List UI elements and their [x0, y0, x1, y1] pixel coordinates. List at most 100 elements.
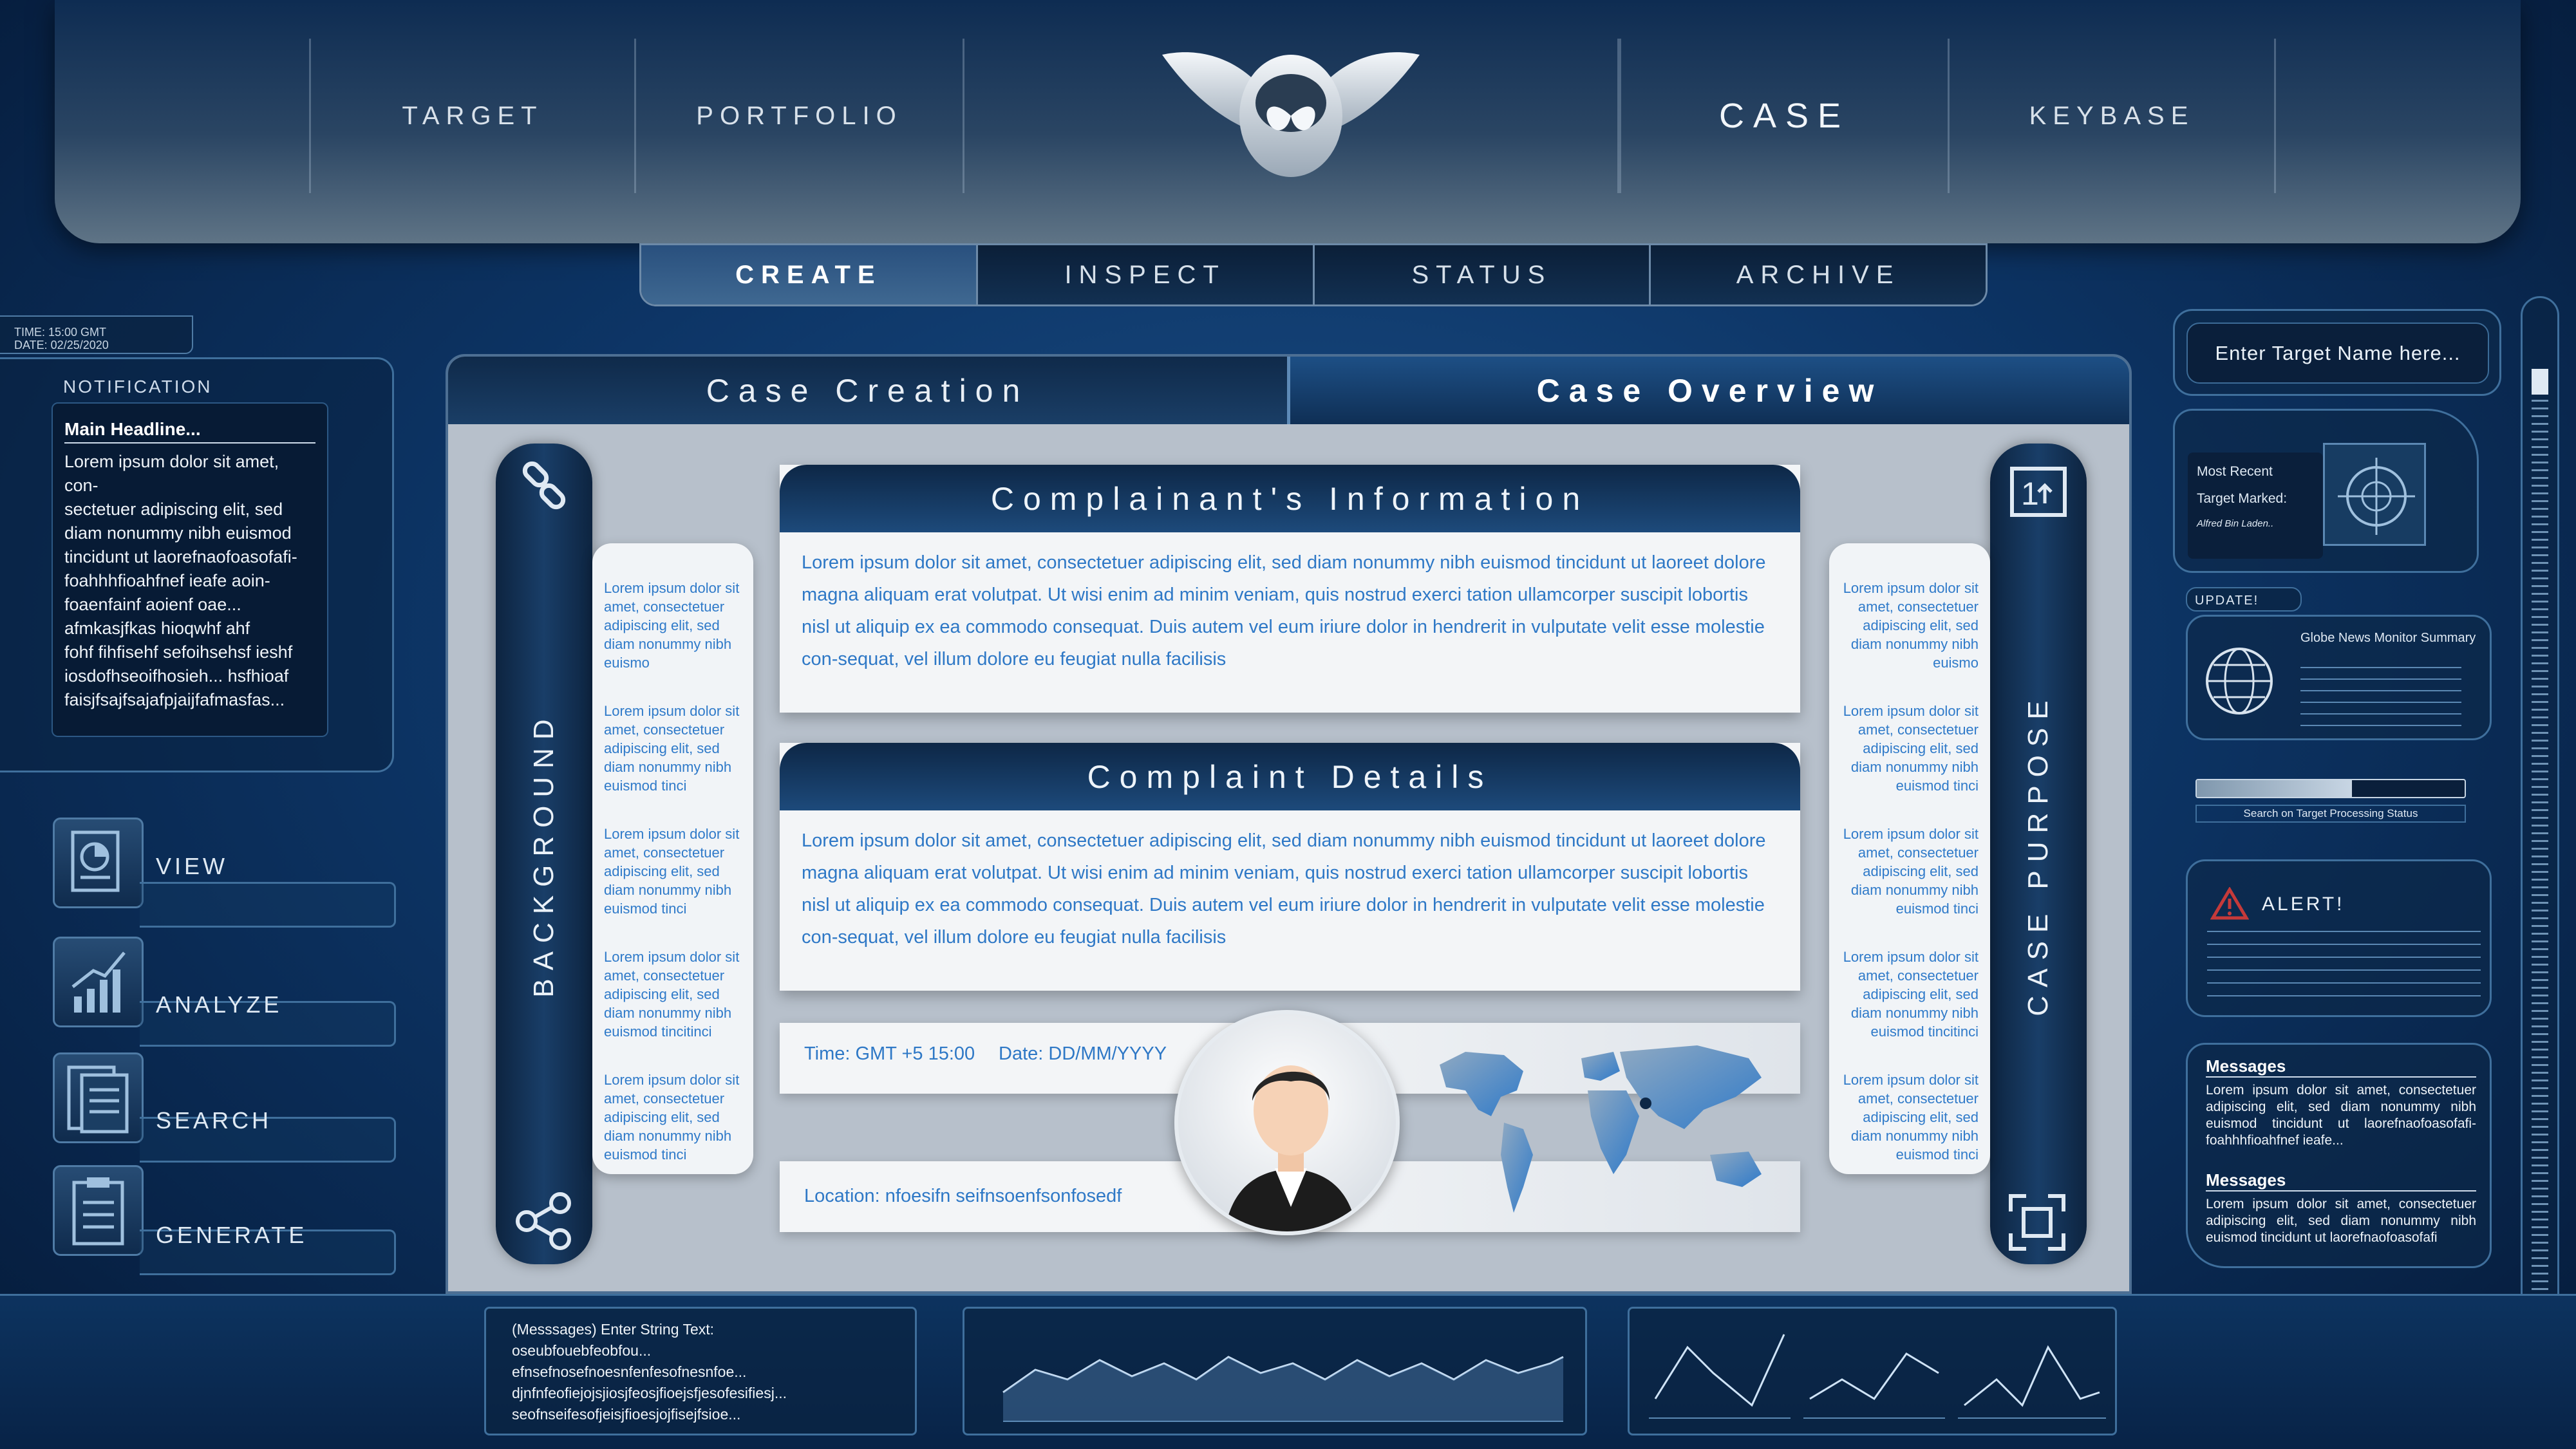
notification-line: Lorem ipsum dolor sit amet, con-	[64, 452, 279, 495]
document-chart-icon	[53, 818, 144, 908]
search-button[interactable]: SEARCH	[53, 1052, 396, 1167]
view-button[interactable]: VIEW	[53, 818, 396, 932]
note-text: Lorem ipsum dolor sit amet, consectetuer…	[604, 949, 740, 1040]
svg-text:1: 1	[2021, 476, 2039, 512]
waveform-chart	[963, 1307, 1587, 1435]
processing-bar-track	[2195, 779, 2466, 798]
mini-line-charts	[1628, 1307, 2117, 1435]
notification-line: sectetuer adipiscing elit, sed	[64, 500, 283, 519]
alert-lines	[2207, 919, 2481, 1003]
notification-line: afmkasjfkas hioqwhf ahf	[64, 619, 250, 638]
search-label: SEARCH	[156, 1107, 272, 1134]
number-one-icon[interactable]: 1	[2009, 466, 2067, 521]
messages-title: Messages	[2206, 1170, 2476, 1192]
case-date: Date: DD/MM/YYYY	[999, 1043, 1167, 1064]
panel-tabs: Case Creation Case Overview	[448, 357, 2129, 424]
messages-body: Lorem ipsum dolor sit amet, consectetuer…	[2206, 1197, 2476, 1245]
nav-keybase[interactable]: KEYBASE	[1948, 39, 2276, 193]
case-purpose-label: CASE PURPOSE	[2022, 691, 2054, 1016]
tab-status[interactable]: STATUS	[1314, 245, 1651, 304]
time-box: TIME: 15:00 GMT DATE: 02/25/2020	[0, 315, 193, 354]
target-search-panel: Enter Target Name here...	[2173, 309, 2501, 396]
notification-line: tincidunt ut laorefnaofoasofafi-	[64, 547, 297, 566]
location-pin-icon	[1640, 1098, 1651, 1109]
scroll-thumb[interactable]	[2532, 369, 2548, 395]
complainant-title: Complainant's Information	[780, 465, 1800, 532]
notification-body: Main Headline... Lorem ipsum dolor sit a…	[52, 402, 328, 737]
analyze-label: ANALYZE	[156, 991, 283, 1018]
complaint-card: Complaint Details Lorem ipsum dolor sit …	[780, 743, 1800, 991]
clipboard-icon	[53, 1165, 144, 1256]
notification-line: fohf fihfisehf sefoihsehsf ieshf	[64, 642, 293, 662]
console-line: seofnseifesofjeisjfioesjojfisejfsioe...	[512, 1406, 741, 1423]
note-text: Lorem ipsum dolor sit amet, consectetuer…	[1843, 1072, 1979, 1163]
target-marked-panel: Most Recent Target Marked: Alfred Bin La…	[2173, 409, 2479, 573]
side-scrollbar[interactable]	[2521, 296, 2559, 1390]
notification-line: foaenfainf aoienf oae...	[64, 595, 241, 614]
messages-title: Messages	[2206, 1056, 2476, 1078]
tab-case-overview[interactable]: Case Overview	[1287, 357, 2129, 424]
tab-archive[interactable]: ARCHIVE	[1651, 245, 1986, 304]
messages-panel: Messages Lorem ipsum dolor sit amet, con…	[2186, 1043, 2492, 1268]
note-text: Lorem ipsum dolor sit amet, consectetuer…	[1843, 703, 1979, 794]
view-rail	[140, 882, 396, 928]
person-avatar-icon	[1224, 1065, 1358, 1231]
notification-line: iosdofhseoifhosieh... hsfhioaf	[64, 666, 289, 686]
generate-button[interactable]: GENERATE	[53, 1165, 396, 1280]
complainant-body: Lorem ipsum dolor sit amet, consectetuer…	[802, 552, 1766, 669]
nav-portfolio[interactable]: PORTFOLIO	[634, 39, 963, 193]
console-line: djnfnfeofiejojsjiosjfeosjfioejsfjesofesi…	[512, 1385, 787, 1401]
warning-icon	[2210, 886, 2250, 924]
notification-line: foahhhfioahfnef ieafe aoin-	[64, 571, 270, 590]
nav-target[interactable]: TARGET	[309, 39, 634, 193]
notification-panel: NOTIFICATION Main Headline... Lorem ipsu…	[0, 357, 394, 772]
note-text: Lorem ipsum dolor sit amet, consectetuer…	[604, 703, 740, 794]
globe-icon[interactable]	[2197, 639, 2281, 726]
analyze-button[interactable]: ANALYZE	[53, 937, 396, 1051]
avatar	[1174, 1010, 1400, 1235]
notification-title: NOTIFICATION	[63, 377, 212, 397]
sub-tabs: CREATE INSPECT STATUS ARCHIVE	[639, 243, 1988, 306]
growth-chart-icon	[53, 937, 144, 1027]
console-panel: (Messsages) Enter String Text: oseubfoue…	[484, 1307, 917, 1435]
processing-label: Search on Target Processing Status	[2195, 805, 2466, 823]
notification-text: Lorem ipsum dolor sit amet, con- sectetu…	[64, 450, 315, 712]
nav-case[interactable]: CASE	[1619, 39, 1948, 193]
scan-frame-icon[interactable]	[2008, 1193, 2066, 1255]
tab-case-creation[interactable]: Case Creation	[448, 357, 1287, 424]
console-line: (Messsages) Enter String Text:	[512, 1321, 715, 1338]
document-stack-icon	[53, 1052, 144, 1143]
news-lines	[2300, 657, 2461, 727]
notification-line: diam nonummy nibh euismod	[64, 523, 292, 543]
messages-body: Lorem ipsum dolor sit amet, consectetuer…	[2206, 1083, 2476, 1148]
processing-status: Search on Target Processing Status	[2195, 779, 2466, 824]
console-line: efnsefnosefnoesnfenfesofnesnfoe...	[512, 1363, 747, 1380]
target-info: Most Recent Target Marked: Alfred Bin La…	[2188, 453, 2323, 559]
note-text: Lorem ipsum dolor sit amet, consectetuer…	[1843, 826, 1979, 917]
background-label: BACKGROUND	[528, 710, 559, 998]
target-marked-label: Target Marked:	[2197, 491, 2288, 506]
case-purpose-sidebar: 1 CASE PURPOSE	[1990, 444, 2087, 1264]
chain-link-icon[interactable]	[518, 460, 570, 514]
tab-create[interactable]: CREATE	[641, 245, 978, 304]
alert-panel: ALERT!	[2186, 859, 2492, 1017]
view-label: VIEW	[156, 853, 229, 879]
notification-line: faisjfsajfsajafpjaijfafmasfas...	[64, 690, 285, 709]
notification-headline: Main Headline...	[64, 419, 315, 444]
date-readout: DATE: 02/25/2020	[14, 339, 109, 351]
case-purpose-notes: Lorem ipsum dolor sit amet, consectetuer…	[1829, 543, 1990, 1174]
processing-bar-fill	[2197, 780, 2353, 797]
target-search-input[interactable]: Enter Target Name here...	[2186, 323, 2489, 384]
update-label: UPDATE!	[2186, 587, 2302, 612]
world-map[interactable]	[1427, 1026, 1787, 1232]
note-text: Lorem ipsum dolor sit amet, consectetuer…	[604, 1072, 740, 1163]
tab-inspect[interactable]: INSPECT	[977, 245, 1315, 304]
case-location: Location: nfoesifn seifnsoenfsonfosedf	[804, 1186, 1122, 1206]
logo-area	[963, 39, 1619, 193]
case-panel: Case Creation Case Overview BACKGROUND L…	[446, 354, 2132, 1294]
time-readout: TIME: 15:00 GMT	[14, 326, 107, 339]
crosshair-icon[interactable]	[2323, 443, 2426, 546]
note-text: Lorem ipsum dolor sit amet, consectetuer…	[1843, 580, 1979, 671]
share-icon[interactable]	[514, 1190, 575, 1255]
scroll-ticks	[2532, 369, 2548, 1347]
